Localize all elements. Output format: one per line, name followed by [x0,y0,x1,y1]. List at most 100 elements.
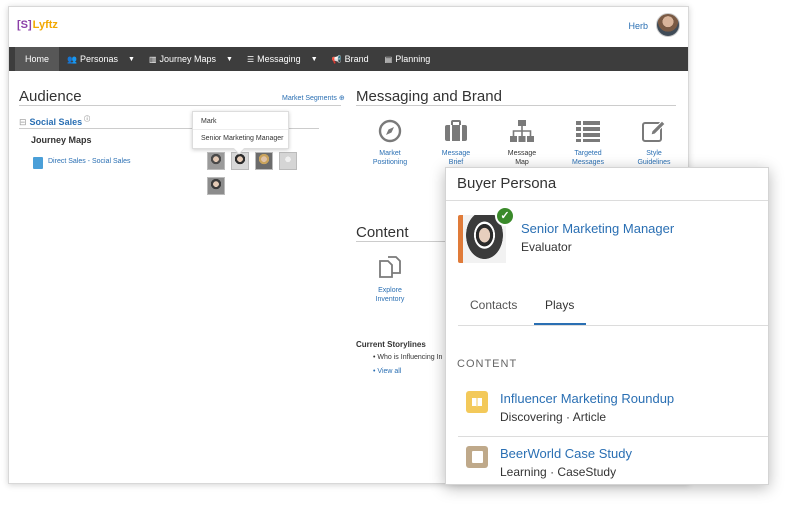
style-guidelines-tile[interactable]: Style Guidelines [623,118,685,167]
audience-title: Audience [19,88,82,105]
tab-contacts[interactable]: Contacts [470,298,517,312]
content-item-stage: Learning [500,465,547,479]
meta-separator: · [566,410,573,424]
nav-brand-label: Brand [344,54,369,64]
persona-role-link[interactable]: Senior Marketing Manager [521,221,674,236]
nav-personas-label: Personas [79,54,119,64]
content-item-type: CaseStudy [557,465,617,479]
message-map-tile[interactable]: Message Map [491,118,553,167]
content-title: Content [356,224,409,241]
message-brief-line1: Message [441,150,471,157]
document-icon: ▤ [384,54,393,64]
nav-personas[interactable]: 👥 Personas [59,47,126,71]
users-icon: 👥 [67,54,77,64]
targeted-messages-tile[interactable]: Targeted Messages [557,118,619,167]
market-segments-label: Market Segments [282,95,337,102]
view-all-storylines-link[interactable]: • View all [373,368,401,375]
active-tab-indicator [534,323,586,325]
messaging-dropdown-caret[interactable]: ▼ [309,56,324,63]
persona-tooltip: Mark Senior Marketing Manager [192,111,289,155]
audience-divider [19,105,341,106]
market-positioning-line2: Positioning [372,159,408,166]
message-map-line1: Message [507,150,537,157]
bullhorn-icon: 📢 [331,54,342,64]
persona-avatar[interactable] [207,177,225,195]
persona-avatar-placeholder[interactable] [279,152,297,170]
document-icon-sheet [471,451,483,463]
storyline-label: Who is Influencing In [377,354,443,361]
journey-maps-dropdown-caret[interactable]: ▼ [224,56,239,63]
nav-messaging-label: Messaging [257,54,301,64]
segment-social-sales[interactable]: ⊟ Social Sales ⓘ [19,114,90,128]
tooltip-divider [193,129,288,130]
copy-icon [377,255,403,281]
segment-label: Social Sales [29,117,83,127]
persona-status: Evaluator [521,240,572,254]
nav-journey-maps[interactable]: ▥ Journey Maps [141,47,224,71]
view-all-label: View all [377,368,402,375]
info-icon[interactable]: ⓘ [84,117,90,123]
tab-plays[interactable]: Plays [545,298,574,312]
panel-header-divider [446,200,768,201]
arrow-circle-icon: ⊕ [338,95,345,102]
nav-messaging[interactable]: ☰ Messaging [239,47,309,71]
nav-journey-maps-label: Journey Maps [159,54,217,64]
journey-map-icon [33,157,43,169]
top-bar: [S]Lyftz Herb [9,7,688,47]
nav-home[interactable]: Home [15,47,60,71]
logo-text: Lyftz [32,19,58,31]
style-guidelines-line1: Style [646,150,662,157]
persona-avatar[interactable] [207,152,225,170]
nav-planning[interactable]: ▤ Planning [377,47,439,71]
message-map-line2: Map [515,159,529,166]
content-item-divider [458,436,768,437]
content-item-title[interactable]: Influencer Marketing Roundup [500,391,674,406]
user-name-link[interactable]: Herb [628,21,648,31]
current-storylines-heading: Current Storylines [356,340,426,349]
market-positioning-tile[interactable]: Market Positioning [359,118,421,167]
message-brief-tile[interactable]: Message Brief [425,118,487,167]
message-brief-line2: Brief [448,159,464,166]
targeted-messages-line1: Targeted [574,150,602,157]
main-nav: Home 👥 Personas ▼ ▥ Journey Maps ▼ ☰ Mes… [9,47,688,71]
buyer-persona-panel: Buyer Persona ✓ Senior Marketing Manager… [445,167,769,485]
collapse-icon[interactable]: ⊟ [19,117,27,127]
nav-planning-label: Planning [395,54,431,64]
market-segments-link[interactable]: Market Segments ⊕ [282,94,345,102]
explore-inventory-tile[interactable]: Explore Inventory [359,255,421,304]
persona-avatar[interactable] [255,152,273,170]
market-positioning-line1: Market [379,150,401,157]
explore-line1: Explore [378,287,402,294]
edit-icon [641,118,667,144]
briefcase-icon [443,118,469,144]
messaging-brand-divider [356,105,676,106]
journey-map-link[interactable]: Direct Sales - Social Sales [48,158,130,165]
storyline-item[interactable]: • Who is Influencing In [373,354,442,361]
content-divider [356,241,446,242]
content-section-label: CONTENT [457,358,518,370]
content-item-meta: Learning · CaseStudy [500,465,616,479]
panel-title: Buyer Persona [457,175,557,192]
nav-brand[interactable]: 📢 Brand [324,47,377,71]
content-item-type: Article [572,410,607,424]
explore-line2: Inventory [375,296,405,303]
book-icon [466,391,488,413]
sitemap-icon [509,118,535,144]
style-guidelines-line2: Guidelines [637,159,671,166]
list-icon [575,118,601,144]
content-item-title[interactable]: BeerWorld Case Study [500,446,632,461]
content-item-meta: Discovering · Article [500,410,606,424]
persona-avatar-mark[interactable] [231,152,249,170]
tabs-divider [458,325,768,326]
personas-dropdown-caret[interactable]: ▼ [126,56,141,63]
messaging-brand-title: Messaging and Brand [356,88,502,105]
lyftz-logo[interactable]: [S]Lyftz [17,19,58,31]
tooltip-role: Senior Marketing Manager [201,135,284,142]
check-icon: ✓ [495,206,515,226]
compass-icon [377,118,403,144]
user-avatar[interactable] [656,13,680,37]
document-icon [466,446,488,468]
targeted-messages-line2: Messages [572,159,604,166]
logo-bracket: [S] [17,19,32,31]
map-icon: ▥ [148,54,157,64]
